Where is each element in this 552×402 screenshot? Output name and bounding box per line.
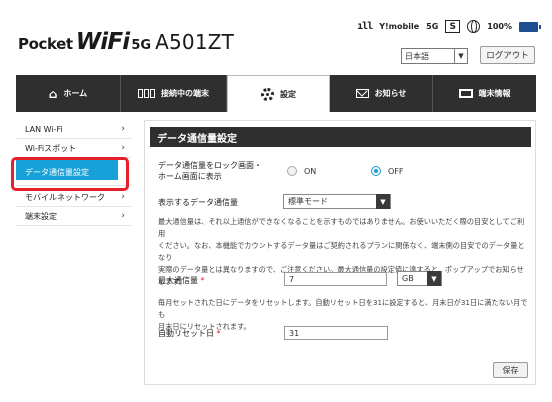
- note-line: 最大通信量は、それ以上通信ができなくなることを示すものではありません。お使いいた…: [158, 217, 525, 238]
- required-mark: *: [200, 276, 205, 285]
- battery-percent: 100%: [487, 22, 512, 31]
- auto-reset-input[interactable]: 31: [284, 326, 388, 340]
- radio-on[interactable]: ON: [287, 166, 316, 176]
- chevron-down-icon: ▼: [376, 194, 390, 209]
- tab-device-info[interactable]: 端末情報: [433, 75, 536, 112]
- sidebar-item-label: データ通信量設定: [25, 167, 89, 177]
- max-usage-label: 最大通信量 *: [158, 275, 205, 286]
- carrier-label: Y!mobile: [379, 22, 420, 31]
- tab-connected-devices[interactable]: 接続中の端末: [121, 75, 227, 112]
- globe-icon: [467, 20, 481, 33]
- status-bar: ıll Y!mobile 5G S 100%: [357, 20, 541, 33]
- sidebar-item-label: Wi-Fiスポット: [25, 143, 77, 153]
- sidebar-item-lan-wifi[interactable]: LAN Wi-Fi ›: [16, 120, 132, 139]
- display-mode-value: 標準モード: [288, 197, 328, 206]
- page-title: データ通信量設定: [150, 127, 531, 147]
- data-usage-panel: データ通信量設定 データ通信量をロック画面・ ホーム画面に表示 ON OFF 表…: [144, 120, 536, 385]
- sidebar-item-label: 端末設定: [25, 211, 57, 221]
- tab-settings[interactable]: 設定: [227, 75, 330, 112]
- auto-reset-label: 自動リセット日 *: [158, 328, 221, 339]
- radio-off-label: OFF: [388, 166, 404, 176]
- label-line: データ通信量をロック画面・: [158, 161, 262, 170]
- tab-home[interactable]: ⌂ ホーム: [16, 75, 121, 112]
- save-button[interactable]: 保存: [493, 362, 528, 378]
- radio-circle: [287, 166, 297, 176]
- logo-pocket-text: Pocket: [18, 35, 73, 53]
- battery-icon: [519, 21, 541, 32]
- auto-reset-label-text: 自動リセット日: [158, 329, 214, 338]
- connected-devices-icon: [138, 89, 155, 98]
- signal-strength-icon: ıll: [357, 21, 373, 32]
- chevron-down-icon: ▼: [454, 49, 467, 63]
- radio-circle: [371, 166, 381, 176]
- settings-sidebar: LAN Wi-Fi › Wi-Fiスポット › データ通信量設定 モバイルネット…: [11, 120, 132, 226]
- product-logo: Pocket WiFi 5G A501ZT: [18, 29, 234, 55]
- language-select[interactable]: 日本語 ▼: [401, 48, 468, 64]
- chevron-right-icon: ›: [121, 192, 125, 202]
- device-info-icon: [458, 89, 473, 98]
- max-usage-input[interactable]: 7: [284, 272, 387, 286]
- tab-settings-label: 設定: [280, 89, 296, 99]
- logo-model-text: A501ZT: [155, 30, 235, 54]
- unit-select[interactable]: GB ▼: [397, 271, 442, 286]
- sidebar-item-device-settings[interactable]: 端末設定 ›: [16, 207, 132, 226]
- logout-button[interactable]: ログアウト: [480, 46, 535, 64]
- chevron-right-icon: ›: [121, 211, 125, 221]
- chevron-right-icon: ›: [121, 124, 125, 134]
- note-line: 毎月セットされた日にデータをリセットします。自動リセット日を31に設定すると、月…: [158, 298, 528, 319]
- chevron-down-icon: ▼: [427, 271, 441, 286]
- required-mark: *: [216, 329, 221, 338]
- network-type-label: 5G: [426, 22, 439, 31]
- tab-home-label: ホーム: [63, 89, 88, 98]
- max-usage-label-text: 最大通信量: [158, 276, 198, 285]
- radio-on-label: ON: [304, 166, 317, 176]
- lock-screen-display-label: データ通信量をロック画面・ ホーム画面に表示: [158, 160, 262, 182]
- main-nav: ⌂ ホーム 接続中の端末 設定 お知らせ 端末情報: [16, 75, 536, 112]
- unit-value: GB: [402, 274, 414, 283]
- tab-device-info-label: 端末情報: [478, 89, 511, 98]
- sidebar-item-data-usage[interactable]: データ通信量設定: [11, 157, 132, 191]
- logo-5g-text: 5G: [131, 38, 152, 53]
- gear-icon: [261, 87, 274, 101]
- mail-icon: [355, 89, 369, 98]
- tab-connected-devices-label: 接続中の端末: [161, 89, 209, 98]
- display-mode-label: 表示するデータ通信量: [158, 198, 238, 207]
- note-line: ください。なお、本機能でカウントするデータ量はご契約されるプランに関係なく、端末…: [158, 241, 525, 262]
- logo-wifi-text: WiFi: [75, 29, 130, 55]
- tab-notifications-label: お知らせ: [374, 89, 407, 98]
- tab-notifications[interactable]: お知らせ: [330, 75, 433, 112]
- sidebar-item-label: LAN Wi-Fi: [25, 124, 63, 134]
- display-mode-select[interactable]: 標準モード ▼: [283, 194, 391, 209]
- chevron-right-icon: ›: [121, 143, 125, 153]
- radio-off[interactable]: OFF: [371, 166, 404, 176]
- sidebar-item-wifi-spot[interactable]: Wi-Fiスポット ›: [16, 139, 132, 158]
- label-line: ホーム画面に表示: [158, 172, 222, 181]
- sidebar-item-label: モバイルネットワーク: [25, 192, 105, 202]
- home-icon: ⌂: [48, 86, 58, 101]
- language-value: 日本語: [405, 51, 429, 61]
- sim-icon: S: [445, 20, 461, 33]
